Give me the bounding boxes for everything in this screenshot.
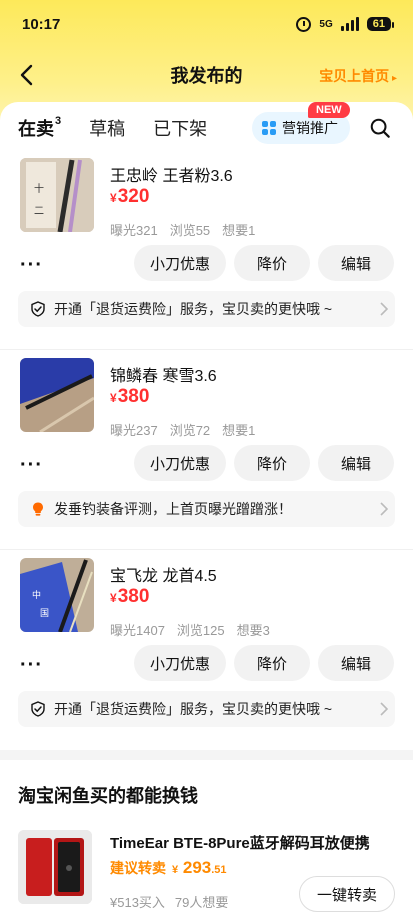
- tab-bar: 在卖3 草稿 已下架 营销推广 NEW: [0, 102, 413, 154]
- listing-item[interactable]: 十 二 王忠岭 王者粉3.6 ¥320 曝光321 浏览55 想要1 ··· 小…: [0, 150, 413, 350]
- item-stats: 曝光237 浏览72 想要1: [110, 420, 255, 439]
- price-drop-button[interactable]: 降价: [234, 245, 310, 281]
- svg-text:国: 国: [40, 608, 49, 618]
- content-card: 在卖3 草稿 已下架 营销推广 NEW 十 二 王忠岭 王者粉3.6 ¥320 …: [0, 102, 413, 924]
- tab-on-sale-label: 在卖: [18, 119, 54, 139]
- tip-banner[interactable]: 开通「退货运费险」服务，宝贝卖的更快哦 ~: [18, 291, 395, 327]
- suggest-resell-tag: 建议转卖: [110, 860, 166, 876]
- item-thumbnail: 十 二: [20, 158, 94, 232]
- resell-meta: ¥513买入 79人想要: [110, 892, 228, 911]
- currency-symbol: ¥: [110, 391, 117, 405]
- new-badge: NEW: [308, 102, 350, 118]
- want-count: 想要1: [222, 423, 256, 438]
- discount-button[interactable]: 小刀优惠: [134, 445, 226, 481]
- currency-symbol: ¥: [110, 591, 117, 605]
- resell-thumbnail: [18, 830, 92, 904]
- section-divider: [0, 750, 413, 760]
- want-count: 79人想要: [174, 895, 229, 910]
- price-value: 320: [117, 186, 150, 207]
- currency-symbol: ¥: [110, 191, 117, 205]
- nav-bar: 我发布的 宝贝上首页 ▸: [0, 52, 413, 98]
- price-value: 380: [117, 386, 150, 407]
- discount-button[interactable]: 小刀优惠: [134, 245, 226, 281]
- chevron-right-icon: [380, 502, 389, 516]
- item-title: 锦鳞春 寒雪3.6: [110, 368, 217, 385]
- resell-price: ¥ 293.51: [172, 858, 227, 878]
- tip-banner[interactable]: 发垂钓装备评测，上首页曝光蹭蹭涨！: [18, 491, 395, 527]
- exposure-count: 曝光237: [110, 423, 158, 438]
- item-price: ¥320: [110, 186, 149, 208]
- svg-text:二: 二: [34, 206, 44, 217]
- item-price: ¥380: [110, 586, 149, 608]
- price-drop-button[interactable]: 降价: [234, 445, 310, 481]
- listing-item[interactable]: 锦鳞春 寒雪3.6 ¥380 曝光237 浏览72 想要1 ··· 小刀优惠 降…: [0, 350, 413, 550]
- price-drop-button[interactable]: 降价: [234, 645, 310, 681]
- network-label: 5G: [319, 18, 333, 30]
- item-thumbnail: [20, 358, 94, 432]
- page-title: 我发布的: [170, 66, 243, 86]
- shield-check-icon: [31, 701, 45, 717]
- more-options-icon[interactable]: ···: [20, 254, 43, 277]
- price-decimal: .51: [211, 864, 227, 876]
- alarm-icon: [296, 16, 312, 32]
- tab-drafts[interactable]: 草稿: [89, 115, 125, 141]
- view-count: 浏览72: [169, 423, 211, 438]
- item-price: ¥380: [110, 386, 149, 408]
- edit-button[interactable]: 编辑: [318, 245, 394, 281]
- tab-removed[interactable]: 已下架: [153, 115, 207, 141]
- svg-text:中: 中: [32, 589, 41, 600]
- tip-banner[interactable]: 开通「退货运费险」服务，宝贝卖的更快哦 ~: [18, 691, 395, 727]
- listing-item[interactable]: 中 国 宝飞龙 龙首4.5 ¥380 曝光1407 浏览125 想要3 ··· …: [0, 550, 413, 750]
- back-arrow-icon[interactable]: [16, 63, 40, 87]
- resell-title: TimeEar BTE-8Pure蓝牙解码耳放便携: [110, 835, 370, 852]
- battery-icon: 61: [366, 17, 395, 31]
- chevron-right-icon: [380, 702, 389, 716]
- price-integer: 293: [182, 858, 212, 877]
- view-count: 浏览55: [169, 223, 211, 238]
- item-stats: 曝光321 浏览55 想要1: [110, 220, 255, 239]
- more-options-icon[interactable]: ···: [20, 654, 43, 677]
- bulb-icon: [33, 502, 43, 516]
- item-title: 宝飞龙 龙首4.5: [110, 568, 217, 585]
- promote-home-label: 宝贝上首页: [319, 68, 390, 84]
- tip-text: 开通「退货运费险」服务，宝贝卖的更快哦 ~: [54, 301, 333, 317]
- promote-home-link[interactable]: 宝贝上首页 ▸: [319, 66, 397, 86]
- price-value: 380: [117, 586, 150, 607]
- status-icons: 5G 61: [296, 16, 395, 32]
- chevron-right-icon: [380, 302, 389, 316]
- bought-price: ¥513买入: [110, 895, 165, 910]
- tip-text: 开通「退货运费险」服务，宝贝卖的更快哦 ~: [54, 701, 333, 717]
- tab-on-sale[interactable]: 在卖3: [18, 115, 61, 141]
- item-stats: 曝光1407 浏览125 想要3: [110, 620, 270, 639]
- view-count: 浏览125: [176, 623, 225, 638]
- exposure-count: 曝光1407: [110, 623, 165, 638]
- discount-button[interactable]: 小刀优惠: [134, 645, 226, 681]
- svg-text:十: 十: [34, 182, 44, 195]
- status-bar: 10:17 5G 61: [0, 0, 413, 48]
- grid-icon: [262, 121, 276, 135]
- tip-text: 发垂钓装备评测，上首页曝光蹭蹭涨！: [54, 501, 292, 517]
- edit-button[interactable]: 编辑: [318, 645, 394, 681]
- one-click-resell-button[interactable]: 一键转卖: [299, 876, 395, 912]
- want-count: 想要1: [222, 223, 256, 238]
- currency-symbol: ¥: [172, 864, 179, 876]
- item-title: 王忠岭 王者粉3.6: [110, 168, 233, 185]
- chevron-right-icon: ▸: [389, 73, 397, 84]
- edit-button[interactable]: 编辑: [318, 445, 394, 481]
- status-time: 10:17: [22, 15, 61, 33]
- search-icon[interactable]: [369, 117, 391, 139]
- shield-check-icon: [31, 301, 45, 317]
- resell-price-line: 建议转卖 ¥ 293.51: [110, 858, 227, 878]
- tab-on-sale-count: 3: [55, 115, 62, 127]
- more-options-icon[interactable]: ···: [20, 454, 43, 477]
- resell-item[interactable]: TimeEar BTE-8Pure蓝牙解码耳放便携 建议转卖 ¥ 293.51 …: [0, 822, 413, 924]
- want-count: 想要3: [236, 623, 270, 638]
- exposure-count: 曝光321: [110, 223, 158, 238]
- item-thumbnail: 中 国: [20, 558, 94, 632]
- promo-label: 营销推广: [282, 120, 338, 136]
- resell-section-title: 淘宝闲鱼买的都能换钱: [18, 786, 198, 806]
- signal-icon: [340, 17, 359, 31]
